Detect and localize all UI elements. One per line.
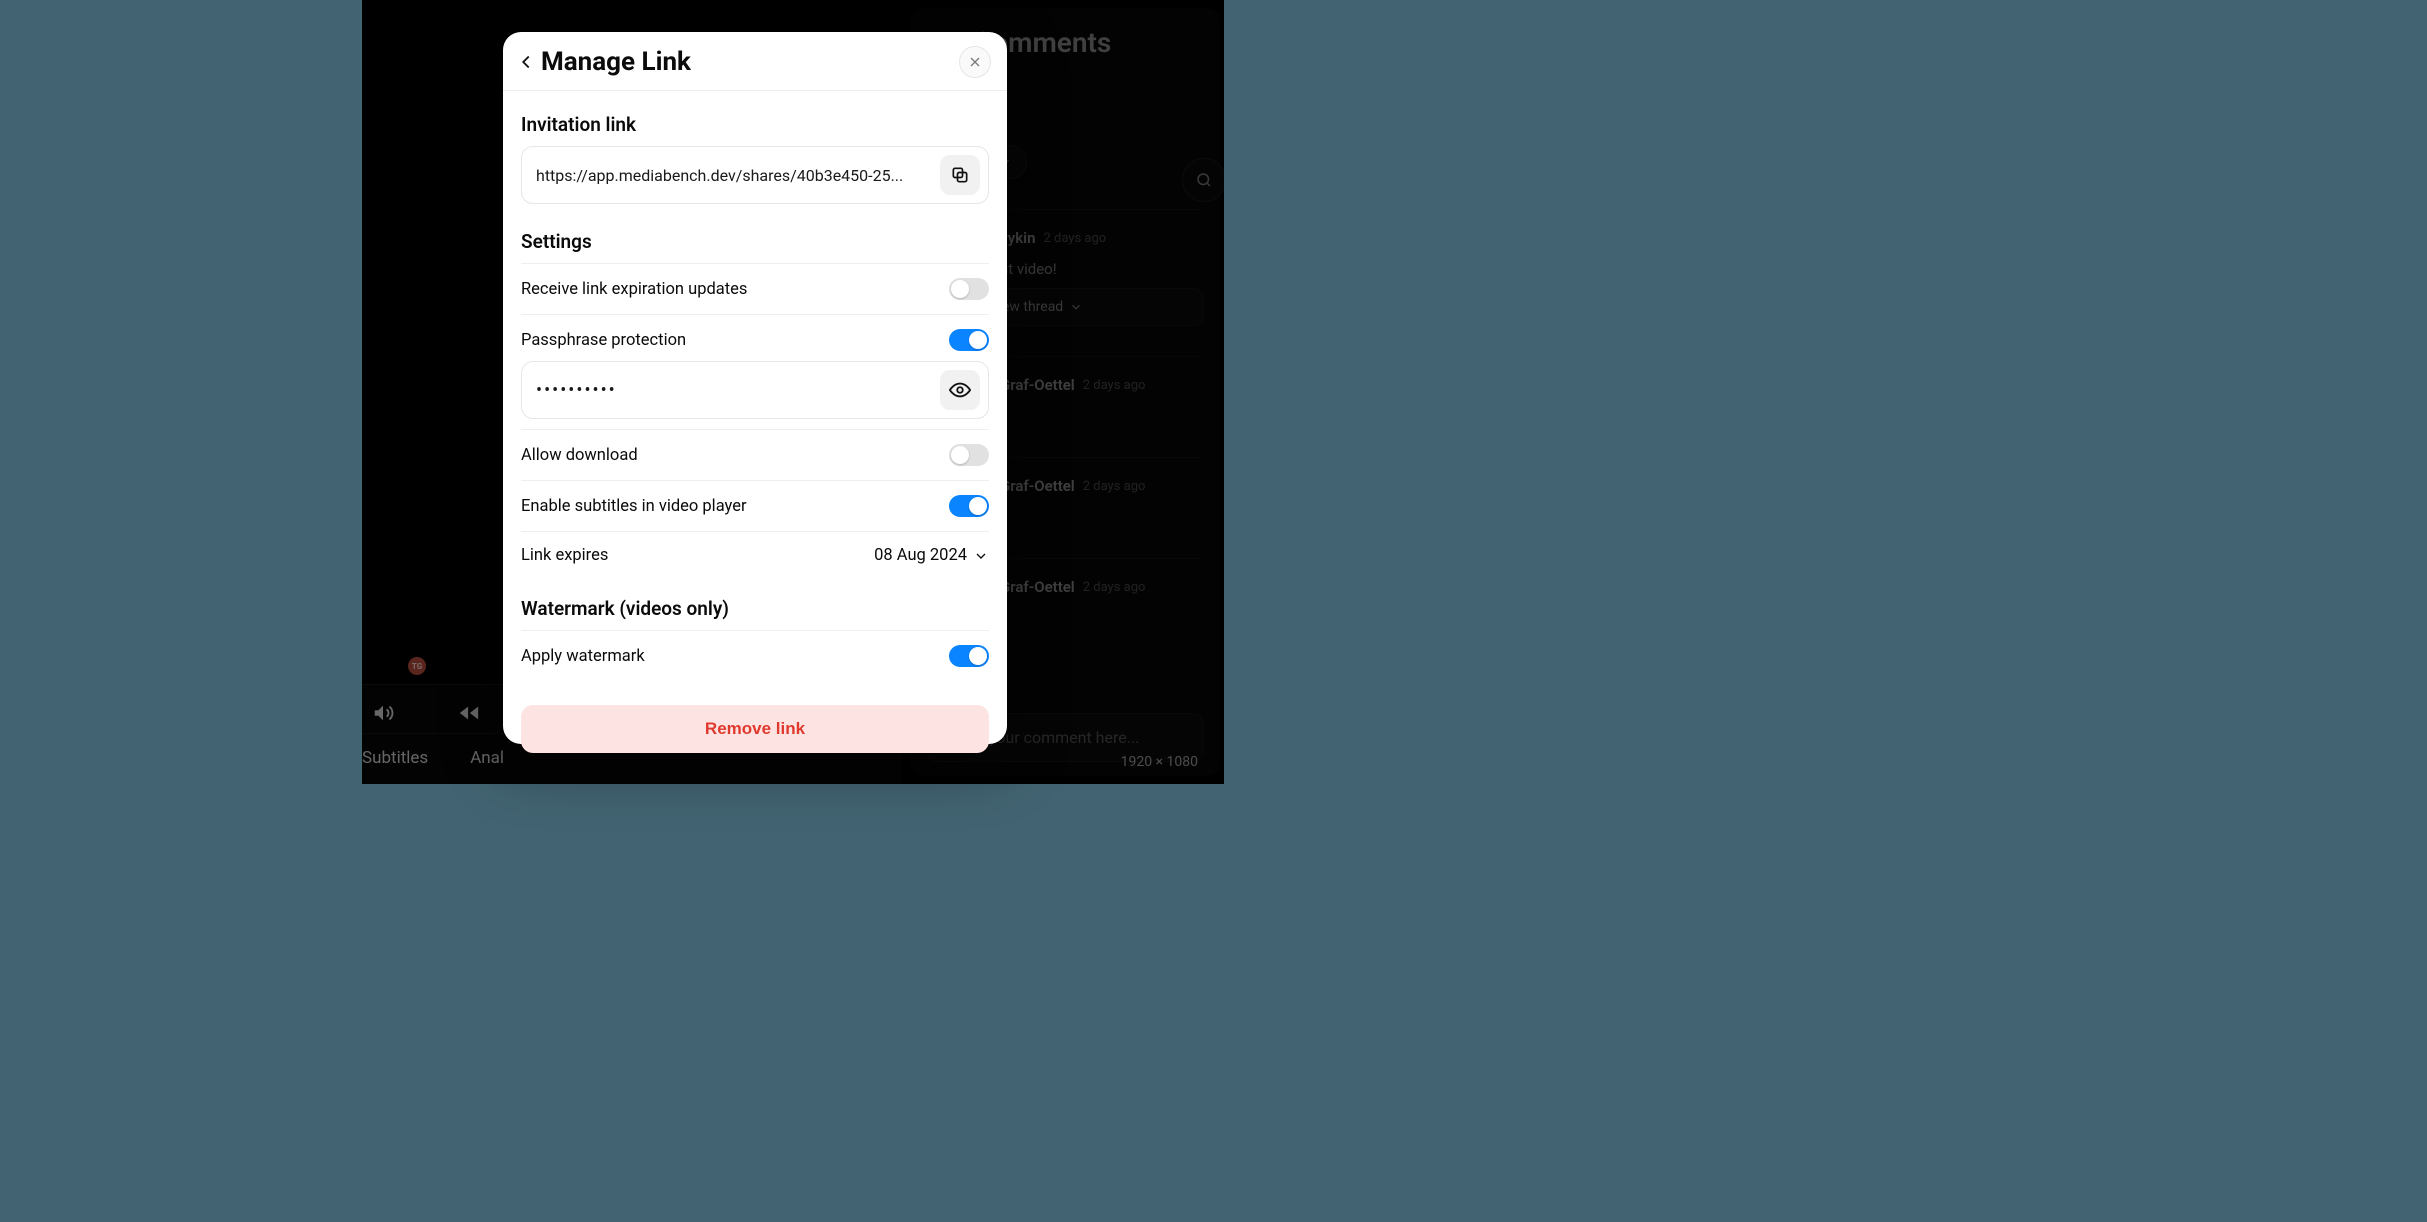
- close-icon: [967, 54, 983, 70]
- expiry-date-picker[interactable]: 08 Aug 2024: [874, 546, 989, 565]
- remove-link-label: Remove link: [705, 719, 805, 738]
- toggle-passphrase[interactable]: [949, 329, 989, 351]
- setting-row-allow-download: Allow download: [521, 430, 989, 481]
- setting-label: Allow download: [521, 446, 638, 465]
- invitation-url[interactable]: https://app.mediabench.dev/shares/40b3e4…: [536, 166, 932, 185]
- modal-header: Manage Link: [503, 32, 1007, 91]
- toggle-subtitles[interactable]: [949, 495, 989, 517]
- close-button[interactable]: [959, 46, 991, 78]
- setting-label: Apply watermark: [521, 647, 645, 666]
- remove-link-button[interactable]: Remove link: [521, 705, 989, 753]
- setting-row-receive-updates: Receive link expiration updates: [521, 264, 989, 315]
- setting-row-expires: Link expires 08 Aug 2024: [521, 532, 989, 579]
- setting-row-passphrase: Passphrase protection: [521, 315, 989, 359]
- invitation-link-box: https://app.mediabench.dev/shares/40b3e4…: [521, 146, 989, 204]
- passphrase-masked: ••••••••••: [536, 380, 932, 401]
- setting-label: Enable subtitles in video player: [521, 497, 747, 516]
- setting-label: Link expires: [521, 546, 608, 565]
- invitation-link-heading: Invitation link: [521, 113, 989, 136]
- expiry-date-value: 08 Aug 2024: [874, 546, 967, 565]
- chevron-down-icon: [973, 548, 989, 564]
- toggle-allow-download[interactable]: [949, 444, 989, 466]
- toggle-receive-updates[interactable]: [949, 278, 989, 300]
- settings-heading: Settings: [521, 230, 989, 253]
- copy-link-button[interactable]: [940, 155, 980, 195]
- setting-row-subtitles: Enable subtitles in video player: [521, 481, 989, 532]
- back-chevron-icon[interactable]: [515, 51, 537, 73]
- setting-label: Receive link expiration updates: [521, 280, 747, 299]
- watermark-heading: Watermark (videos only): [521, 597, 989, 620]
- passphrase-field[interactable]: ••••••••••: [521, 361, 989, 419]
- copy-icon: [950, 165, 970, 185]
- modal-title: Manage Link: [541, 47, 691, 77]
- setting-row-watermark: Apply watermark: [521, 631, 989, 681]
- toggle-watermark[interactable]: [949, 645, 989, 667]
- manage-link-modal: Manage Link Invitation link https://app.…: [503, 32, 1007, 744]
- eye-icon: [949, 379, 971, 401]
- setting-label: Passphrase protection: [521, 331, 686, 350]
- reveal-passphrase-button[interactable]: [940, 370, 980, 410]
